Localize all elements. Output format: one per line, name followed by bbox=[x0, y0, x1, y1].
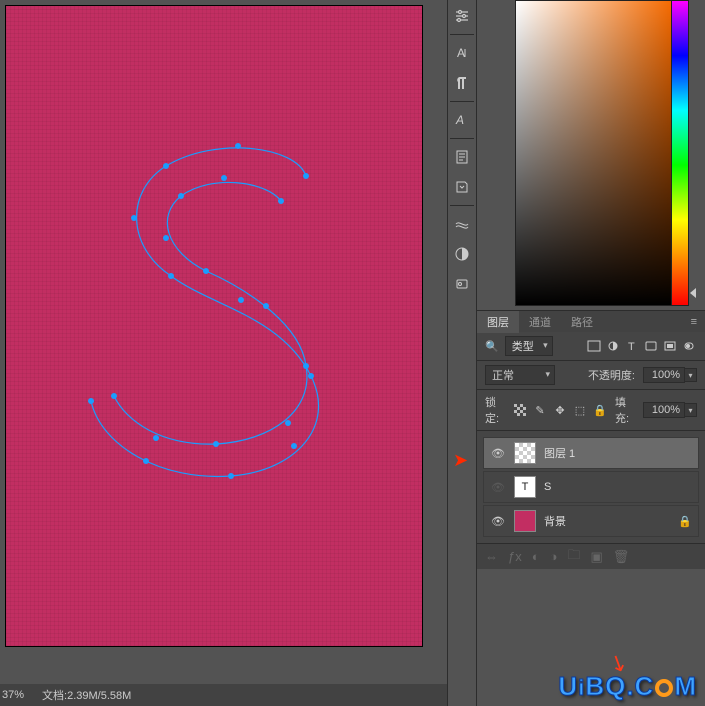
tab-paths[interactable]: 路径 bbox=[561, 311, 603, 333]
blend-mode-value: 正常 bbox=[492, 370, 514, 382]
layer-row[interactable]: 👁 T S bbox=[483, 471, 699, 503]
layer-filter-select[interactable]: 类型 ▾ bbox=[505, 336, 553, 356]
fill-input[interactable]: 100% bbox=[643, 402, 685, 418]
mask-icon[interactable]: ◐ bbox=[532, 549, 540, 564]
layer-thumbnail[interactable] bbox=[514, 442, 536, 464]
warp-icon[interactable] bbox=[448, 210, 476, 238]
layer-thumbnail[interactable] bbox=[514, 510, 536, 532]
layer-name[interactable]: S bbox=[544, 481, 692, 493]
delete-layer-icon[interactable]: 🗑 bbox=[613, 549, 630, 565]
tab-channels[interactable]: 通道 bbox=[519, 311, 561, 333]
lock-icon: 🔒 bbox=[678, 515, 692, 528]
annotation-arrow-icon: ➤ bbox=[453, 450, 468, 471]
fx-icon[interactable]: ƒx bbox=[508, 549, 522, 564]
script-icon[interactable] bbox=[448, 173, 476, 201]
filter-type-icon[interactable]: T bbox=[624, 339, 640, 353]
svg-text:A: A bbox=[455, 113, 464, 127]
visibility-eye-icon[interactable]: 👁 bbox=[490, 513, 506, 529]
lock-all-icon[interactable]: 🔒 bbox=[593, 403, 607, 417]
lock-artboard-icon[interactable]: ⬚ bbox=[573, 403, 587, 417]
layers-panel: ➤ 图层 通道 路径 ≡ 🔍 类型 ▾ T bbox=[477, 310, 705, 706]
color-panel bbox=[477, 0, 705, 310]
lock-position-icon[interactable]: ✥ bbox=[553, 403, 567, 417]
opacity-input[interactable]: 100% bbox=[643, 367, 685, 383]
panel-flyout-icon[interactable]: ≡ bbox=[683, 316, 705, 328]
filter-toggle-icon[interactable] bbox=[681, 339, 697, 353]
text-align-icon[interactable]: A bbox=[448, 39, 476, 67]
glyphs-icon[interactable]: A bbox=[448, 106, 476, 134]
visibility-eye-icon[interactable]: 👁 bbox=[490, 445, 506, 461]
svg-text:T: T bbox=[628, 341, 635, 352]
panel-tabs: 图层 通道 路径 ≡ bbox=[477, 310, 705, 332]
document-info: 文档:2.39M/5.58M bbox=[42, 687, 131, 703]
lock-brush-icon[interactable]: ✎ bbox=[533, 403, 547, 417]
zoom-level[interactable]: 37% bbox=[2, 689, 24, 701]
layer-row[interactable]: 👁 图层 1 bbox=[483, 437, 699, 469]
link-layers-icon[interactable]: ⇔ bbox=[485, 549, 498, 564]
filter-shape-icon[interactable] bbox=[643, 339, 659, 353]
canvas-area: 37% 文档:2.39M/5.58M bbox=[0, 0, 447, 706]
chevron-down-icon: ▾ bbox=[545, 369, 550, 380]
chevron-down-icon[interactable]: ▾ bbox=[685, 403, 697, 417]
filter-pixel-icon[interactable] bbox=[586, 339, 602, 353]
search-icon: 🔍 bbox=[485, 340, 499, 353]
svg-text:A: A bbox=[457, 46, 465, 60]
chevron-down-icon: ▾ bbox=[543, 340, 548, 351]
filter-smart-icon[interactable] bbox=[662, 339, 678, 353]
hue-slider-icon[interactable] bbox=[690, 288, 696, 298]
hue-strip[interactable] bbox=[671, 0, 689, 306]
adjust-icon[interactable] bbox=[448, 240, 476, 268]
layer-name[interactable]: 图层 1 bbox=[544, 445, 692, 461]
notes-icon[interactable] bbox=[448, 143, 476, 171]
tab-layers[interactable]: 图层 bbox=[477, 311, 519, 333]
opacity-label: 不透明度: bbox=[588, 367, 635, 383]
layer-row[interactable]: 👁 背景 🔒 bbox=[483, 505, 699, 537]
group-icon[interactable]: 🗀 bbox=[567, 546, 580, 568]
badge-icon[interactable] bbox=[448, 270, 476, 298]
blend-mode-select[interactable]: 正常 ▾ bbox=[485, 365, 555, 385]
layers-bottom-bar: ⇔ ƒx ◐ ◑ 🗀 ▣ 🗑 bbox=[477, 543, 705, 569]
document-canvas[interactable] bbox=[6, 6, 422, 646]
paragraph-icon[interactable] bbox=[448, 69, 476, 97]
lock-label: 锁定: bbox=[485, 394, 505, 426]
layer-thumbnail[interactable]: T bbox=[514, 476, 536, 498]
filter-adjust-icon[interactable] bbox=[605, 339, 621, 353]
layer-filter-label: 类型 bbox=[512, 341, 534, 353]
path-overlay bbox=[6, 6, 422, 646]
fill-label: 填充: bbox=[615, 394, 635, 426]
layer-name[interactable]: 背景 bbox=[544, 513, 670, 529]
color-field[interactable] bbox=[515, 0, 673, 306]
adjustment-icon[interactable]: ◑ bbox=[550, 549, 558, 564]
lock-transparency-icon[interactable] bbox=[513, 403, 527, 417]
chevron-down-icon[interactable]: ▾ bbox=[685, 368, 697, 382]
statusbar: 37% 文档:2.39M/5.58M bbox=[0, 684, 447, 706]
visibility-eye-icon[interactable]: 👁 bbox=[490, 479, 506, 495]
new-layer-icon[interactable]: ▣ bbox=[590, 549, 602, 565]
sliders-icon[interactable] bbox=[448, 2, 476, 30]
type-tools-column: A A bbox=[447, 0, 477, 706]
